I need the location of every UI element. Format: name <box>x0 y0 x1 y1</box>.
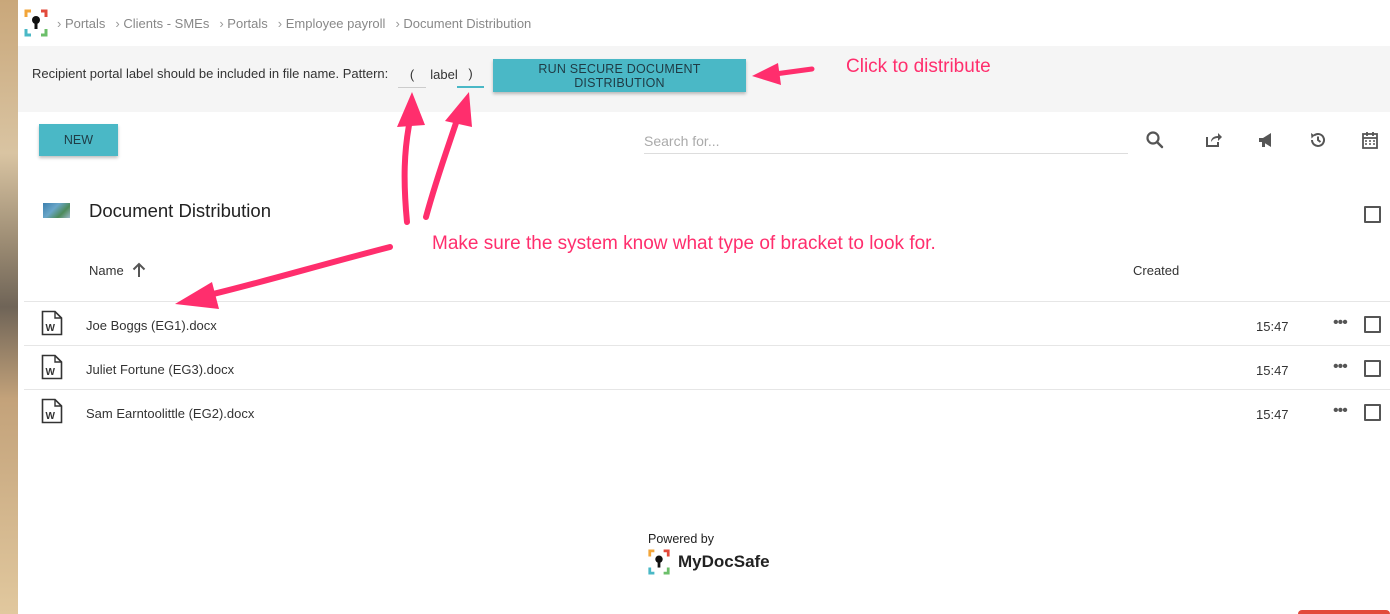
column-name-label: Name <box>89 262 124 278</box>
breadcrumb-portals[interactable]: Portals <box>57 16 105 31</box>
select-all-checkbox[interactable] <box>1364 206 1381 223</box>
word-document-icon: W <box>41 310 63 336</box>
row-checkbox[interactable] <box>1364 404 1381 421</box>
footer-brand[interactable]: MyDocSafe <box>647 548 770 576</box>
word-document-icon: W <box>41 398 63 424</box>
brand-name: MyDocSafe <box>678 552 770 571</box>
breadcrumb-employee-payroll[interactable]: Employee payroll <box>278 16 386 31</box>
calendar-icon[interactable] <box>1360 130 1380 150</box>
breadcrumb: Portals Clients - SMEs Portals Employee … <box>23 6 541 40</box>
run-distribution-button[interactable]: RUN SECURE DOCUMENT DISTRIBUTION <box>493 59 746 92</box>
column-header-created[interactable]: Created <box>1133 263 1179 278</box>
file-name[interactable]: Sam Earntoolittle (EG2).docx <box>86 406 254 421</box>
word-document-icon: W <box>41 354 63 380</box>
folder-thumbnail-icon <box>43 203 70 218</box>
file-row[interactable]: W Joe Boggs (EG1).docx 15:47 ••• <box>24 301 1390 345</box>
share-icon[interactable] <box>1204 130 1224 150</box>
pattern-instructions: Recipient portal label should be include… <box>32 66 389 81</box>
megaphone-icon[interactable] <box>1256 130 1276 150</box>
file-row[interactable]: W Juliet Fortune (EG3).docx 15:47 ••• <box>24 345 1390 389</box>
row-checkbox[interactable] <box>1364 360 1381 377</box>
more-options-icon[interactable]: ••• <box>1333 358 1349 376</box>
mydocsafe-logo-icon[interactable] <box>23 9 49 37</box>
annotation-bracket-note: Make sure the system know what type of b… <box>432 233 936 254</box>
mydocsafe-logo-icon <box>647 548 671 576</box>
search-icon[interactable] <box>1145 130 1165 150</box>
file-row[interactable]: W Sam Earntoolittle (EG2).docx 15:47 ••• <box>24 389 1390 433</box>
more-options-icon[interactable]: ••• <box>1333 314 1349 332</box>
svg-text:W: W <box>46 323 56 334</box>
breadcrumb-document-distribution: Document Distribution <box>395 16 531 31</box>
file-name[interactable]: Juliet Fortune (EG3).docx <box>86 362 234 377</box>
more-options-icon[interactable]: ••• <box>1333 402 1349 420</box>
svg-text:W: W <box>46 367 56 378</box>
folder-title: Document Distribution <box>89 200 271 221</box>
column-header-name[interactable]: Name <box>89 262 146 278</box>
sort-ascending-icon[interactable] <box>132 262 146 278</box>
file-name[interactable]: Joe Boggs (EG1).docx <box>86 318 217 333</box>
annotation-click-note: Click to distribute <box>846 56 991 77</box>
app-window: Portals Clients - SMEs Portals Employee … <box>18 0 1390 614</box>
open-bracket-input[interactable] <box>398 61 426 88</box>
history-icon[interactable] <box>1308 130 1328 150</box>
file-created: 15:47 <box>1256 319 1289 334</box>
distribution-bar: Recipient portal label should be include… <box>18 46 1390 112</box>
breadcrumb-clients-smes[interactable]: Clients - SMEs <box>115 16 209 31</box>
corner-widget[interactable] <box>1298 610 1390 614</box>
search-input[interactable] <box>644 128 1128 154</box>
file-created: 15:47 <box>1256 407 1289 422</box>
row-checkbox[interactable] <box>1364 316 1381 333</box>
svg-text:W: W <box>46 411 56 422</box>
breadcrumb-portals-2[interactable]: Portals <box>219 16 267 31</box>
close-bracket-input[interactable] <box>457 61 484 88</box>
new-button[interactable]: NEW <box>39 124 118 156</box>
desktop-background <box>0 0 18 614</box>
file-created: 15:47 <box>1256 363 1289 378</box>
powered-by-label: Powered by <box>648 532 715 546</box>
